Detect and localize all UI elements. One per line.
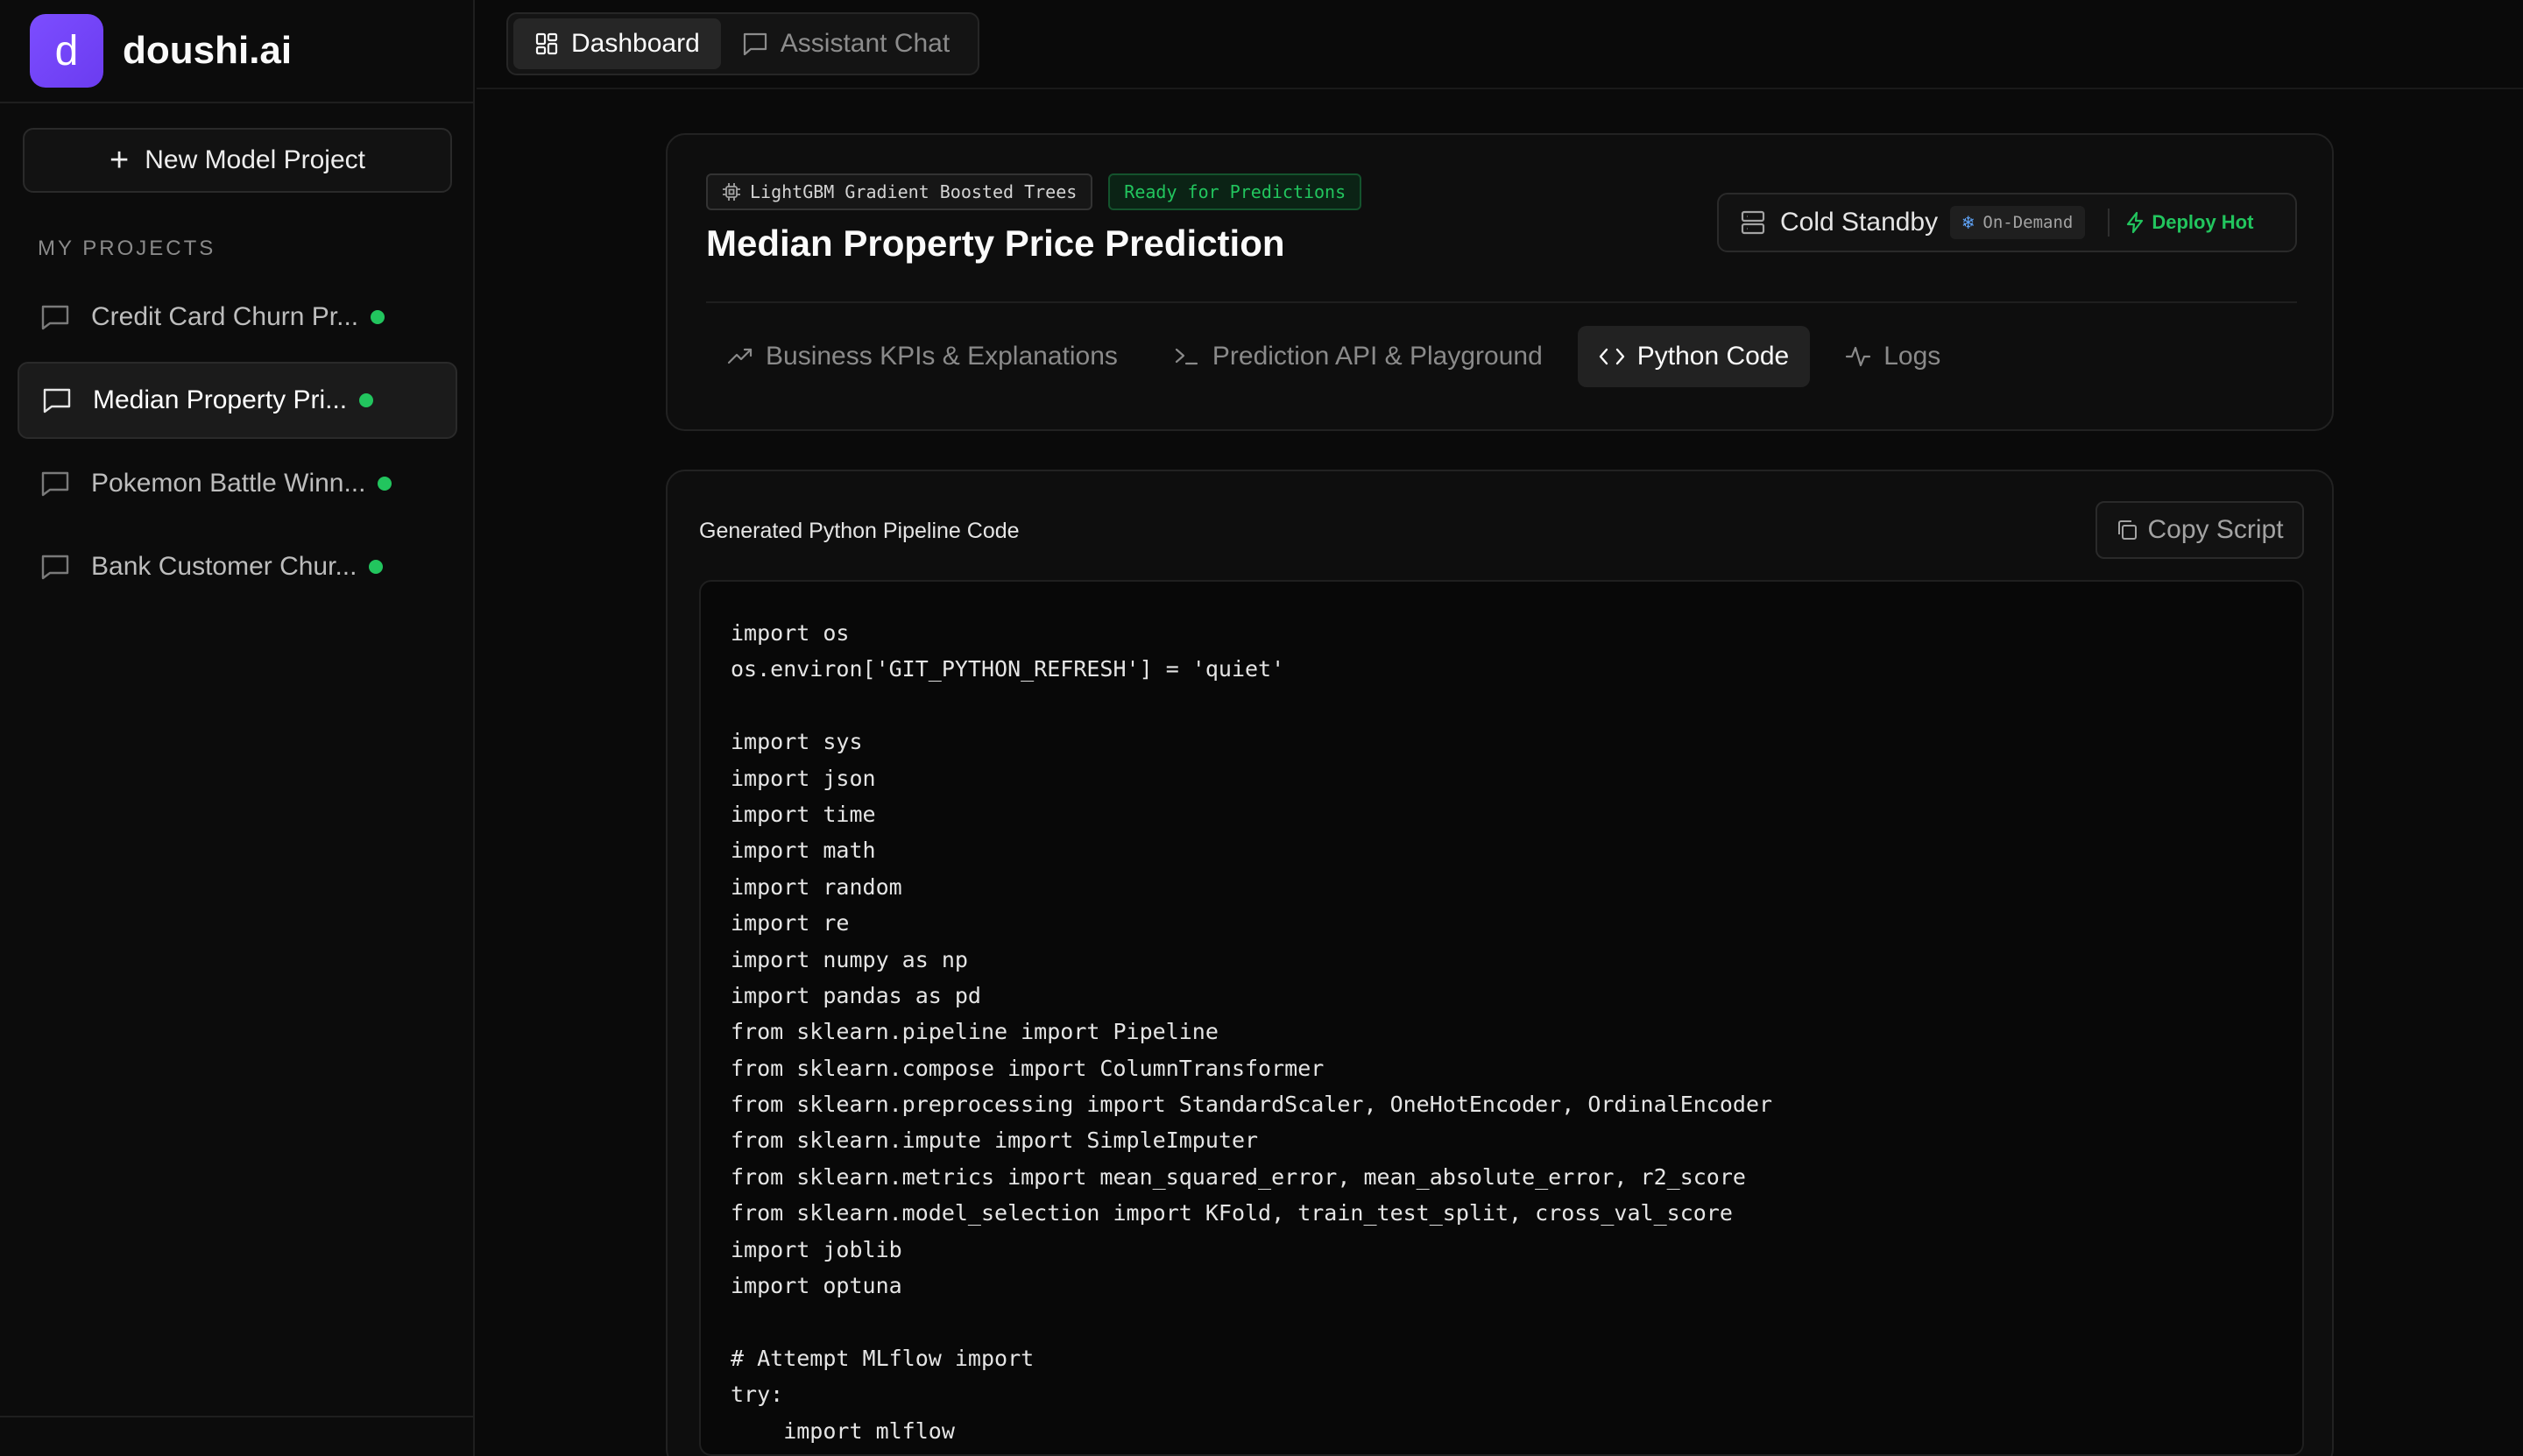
model-badges: LightGBM Gradient Boosted Trees Ready fo… bbox=[706, 173, 1362, 210]
status-dot bbox=[359, 393, 374, 407]
tab-python-code[interactable]: Python Code bbox=[1577, 326, 1811, 387]
tab-python-code-label: Python Code bbox=[1636, 342, 1790, 371]
code-line: import os bbox=[731, 620, 850, 646]
sidebar-item-label: Credit Card Churn Pr... bbox=[91, 302, 359, 331]
header-divider bbox=[477, 88, 2523, 89]
my-projects-heading: MY PROJECTS bbox=[38, 237, 216, 260]
code-line: import random bbox=[731, 873, 902, 900]
sidebar-footer-divider bbox=[0, 1416, 475, 1417]
model-type-label: LightGBM Gradient Boosted Trees bbox=[750, 181, 1078, 202]
trending-up-icon bbox=[727, 348, 753, 364]
copy-script-button[interactable]: Copy Script bbox=[2095, 501, 2304, 559]
deployment-status-text: Cold Standby bbox=[1780, 208, 1939, 237]
copy-icon bbox=[2118, 520, 2138, 540]
sidebar: d doushi.ai + New Model Project MY PROJE… bbox=[0, 0, 475, 1456]
tab-logs[interactable]: Logs bbox=[1824, 326, 1961, 387]
chat-icon bbox=[41, 555, 69, 580]
sidebar-item-label: Pokemon Battle Winn... bbox=[91, 469, 366, 498]
tab-business-kpis[interactable]: Business KPIs & Explanations bbox=[706, 326, 1139, 387]
code-line: import math bbox=[731, 838, 876, 864]
python-code-card: Generated Python Pipeline Code Copy Scri… bbox=[666, 470, 2334, 1456]
tab-prediction-api[interactable]: Prediction API & Playground bbox=[1153, 326, 1564, 387]
on-demand-label: On-Demand bbox=[1982, 213, 2074, 232]
code-icon bbox=[1599, 348, 1624, 365]
chat-icon bbox=[41, 471, 69, 497]
sidebar-item-pokemon-battle[interactable]: Pokemon Battle Winn... bbox=[18, 445, 457, 522]
code-line: # Attempt MLflow import bbox=[731, 1345, 1035, 1371]
code-line: import optuna bbox=[731, 1273, 902, 1299]
code-line: from sklearn.metrics import mean_squared… bbox=[731, 1163, 1746, 1190]
tab-logs-label: Logs bbox=[1883, 342, 1941, 371]
code-line: os.environ['GIT_PYTHON_REFRESH'] = 'quie… bbox=[731, 656, 1285, 682]
sidebar-item-credit-card-churn[interactable]: Credit Card Churn Pr... bbox=[18, 279, 457, 356]
tab-dashboard-label: Dashboard bbox=[571, 29, 700, 58]
chat-icon bbox=[43, 388, 71, 413]
tab-dashboard[interactable]: Dashboard bbox=[513, 18, 721, 69]
code-line: from sklearn.impute import SimpleImputer bbox=[731, 1127, 1259, 1154]
new-model-project-button[interactable]: + New Model Project bbox=[23, 128, 452, 193]
brand[interactable]: d doushi.ai bbox=[0, 0, 473, 103]
project-list: Credit Card Churn Pr... Median Property … bbox=[18, 279, 457, 611]
code-section-title: Generated Python Pipeline Code bbox=[699, 519, 1020, 543]
code-line: import time bbox=[731, 801, 876, 827]
new-model-project-label: New Model Project bbox=[145, 145, 365, 174]
sidebar-item-median-property[interactable]: Median Property Pri... bbox=[18, 362, 457, 439]
code-line: import numpy as np bbox=[731, 946, 968, 972]
code-line: import joblib bbox=[731, 1236, 902, 1262]
status-dot bbox=[378, 477, 392, 491]
code-line: from sklearn.model_selection import KFol… bbox=[731, 1200, 1733, 1226]
status-badge: Ready for Predictions bbox=[1108, 173, 1362, 210]
code-line: import pandas as pd bbox=[731, 982, 981, 1008]
page-title: Median Property Price Prediction bbox=[706, 223, 1285, 264]
copy-script-label: Copy Script bbox=[2147, 515, 2284, 544]
chat-icon bbox=[743, 32, 767, 56]
model-type-badge: LightGBM Gradient Boosted Trees bbox=[706, 173, 1093, 210]
code-line: import sys bbox=[731, 729, 863, 755]
deploy-hot-label: Deploy Hot bbox=[2152, 211, 2254, 233]
brand-name: doushi.ai bbox=[123, 29, 293, 72]
code-line: from sklearn.pipeline import Pipeline bbox=[731, 1019, 1219, 1045]
activity-icon bbox=[1846, 346, 1871, 367]
sidebar-item-label: Median Property Pri... bbox=[93, 385, 348, 414]
dashboard-icon bbox=[535, 32, 558, 55]
terminal-icon bbox=[1175, 348, 1198, 365]
sidebar-item-label: Bank Customer Chur... bbox=[91, 552, 357, 581]
divider bbox=[2108, 209, 2110, 237]
code-line: try: bbox=[731, 1382, 784, 1408]
card-divider bbox=[706, 301, 2297, 303]
on-demand-badge: ❄ On-Demand bbox=[1950, 206, 2086, 239]
status-dot bbox=[369, 560, 384, 574]
code-line: import re bbox=[731, 910, 850, 937]
snowflake-icon: ❄ bbox=[1962, 211, 1975, 234]
code-line: from sklearn.preprocessing import Standa… bbox=[731, 1092, 1773, 1118]
sidebar-item-bank-customer-churn[interactable]: Bank Customer Chur... bbox=[18, 528, 457, 605]
deployment-status-panel: Cold Standby ❄ On-Demand Deploy Hot bbox=[1717, 193, 2297, 252]
tab-assistant-chat-label: Assistant Chat bbox=[780, 29, 951, 58]
cpu-icon bbox=[723, 183, 740, 201]
lightning-icon bbox=[2127, 211, 2144, 234]
server-icon bbox=[1741, 210, 1765, 235]
tab-business-kpis-label: Business KPIs & Explanations bbox=[766, 342, 1118, 371]
top-tab-bar: Dashboard Assistant Chat bbox=[506, 12, 979, 75]
code-line: import mlflow bbox=[731, 1417, 955, 1444]
code-line: import json bbox=[731, 765, 876, 791]
model-header-card: LightGBM Gradient Boosted Trees Ready fo… bbox=[666, 133, 2334, 431]
tab-prediction-api-label: Prediction API & Playground bbox=[1212, 342, 1543, 371]
status-dot bbox=[371, 310, 385, 324]
code-block[interactable]: import os os.environ['GIT_PYTHON_REFRESH… bbox=[699, 580, 2304, 1456]
chat-icon bbox=[41, 305, 69, 330]
code-line: from sklearn.compose import ColumnTransf… bbox=[731, 1055, 1325, 1081]
tab-assistant-chat[interactable]: Assistant Chat bbox=[721, 18, 971, 69]
plus-icon: + bbox=[110, 142, 130, 179]
model-tab-bar: Business KPIs & Explanations Prediction … bbox=[706, 326, 1975, 387]
deploy-hot-button[interactable]: Deploy Hot bbox=[2125, 211, 2253, 234]
brand-logo: d bbox=[30, 14, 103, 88]
